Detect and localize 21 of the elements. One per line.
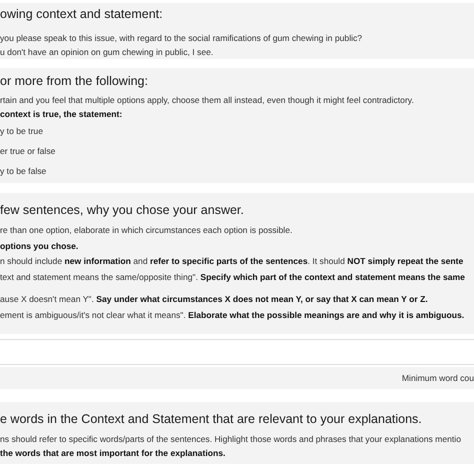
panel-heading: few sentences, why you chose your answer. — [0, 203, 245, 218]
panel-heading: e words in the Context and Statement that are relevant to your explanations. — [0, 412, 423, 427]
answer-option[interactable]: er true or false — [0, 141, 474, 161]
instruction-text: ause X doesn't mean Y". Say under what circumstances X does not mean Y, or say that X can mean Y or Z. — [0, 293, 429, 306]
panel-heading: or more from the following: — [0, 74, 149, 89]
answer-field[interactable] — [0, 339, 474, 365]
instruction-text: re than one option, elaborate in which circumstances each option is possible. — [0, 224, 294, 237]
instruction-text: n should include new information and refer to specific parts of the sentences. It should NOT simply repeat the sente — [0, 255, 464, 268]
instruction-text: ns should refer to specific words/parts of the sentences. Highlight those words and phrases that your explanations mentio — [0, 433, 462, 446]
answer-option[interactable]: y to be true — [0, 121, 474, 141]
instruction-text: ement is ambiguous/it's not clear what it means". Elaborate what the possible meanings are and why it is ambiguous. — [0, 308, 466, 322]
instruction-text: the words that are most important for the explanations. — [0, 447, 226, 460]
instruction-text: you please speak to this issue, with regard to the social ramifications of gum chewing in public? — [0, 32, 364, 45]
instruction-text: context is true, the statement: — [0, 108, 124, 121]
instruction-text: text and statement means the same/opposite thing". Specify which part of the context and statement means the same — [0, 270, 466, 284]
panel-heading: owing context and statement: — [0, 7, 164, 22]
word-count-hint: Minimum word cou — [402, 373, 474, 383]
instruction-text: options you chose. — [0, 240, 80, 253]
instruction-text: u don't have an opinion on gum chewing in public, I see. — [0, 46, 214, 59]
instruction-text: rtain and you feel that multiple options apply, choose them all instead, even though it might feel contradictory. — [0, 94, 415, 107]
answer-option[interactable]: y to be false — [0, 161, 474, 181]
